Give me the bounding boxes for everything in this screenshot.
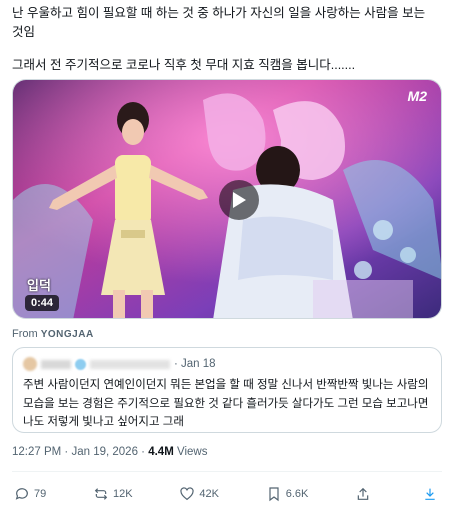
- attribution-account[interactable]: YONGJAA: [41, 329, 94, 340]
- media-attribution: From YONGJAA: [12, 328, 94, 340]
- play-button[interactable]: [219, 180, 259, 220]
- tweet-text-line-3: 그래서 전 주기적으로 코로나 직후 첫 무대 지효 직캠을 봅니다......…: [12, 58, 356, 72]
- views-label: Views: [173, 446, 208, 458]
- bookmark-icon: [269, 487, 279, 502]
- meta-separator: ·: [61, 446, 72, 458]
- quoted-handle-redacted: [90, 359, 170, 369]
- repost-icon: [94, 488, 108, 500]
- views-count: 4.4M: [148, 446, 174, 458]
- quoted-display-name-redacted: [41, 359, 71, 369]
- like-button[interactable]: 42K: [179, 486, 219, 502]
- download-button[interactable]: [422, 486, 442, 502]
- quoted-tweet-text: 주변 사람이던지 연예인이던지 뭐든 본업을 할 때 정말 신나서 반짝반짝 빛…: [23, 379, 429, 428]
- video-player[interactable]: M2 입덕 0:44: [12, 79, 442, 319]
- tweet-text: 난 우울하고 힘이 필요할 때 하는 것 중 하나가 자신의 일을 사랑하는 사…: [12, 4, 442, 75]
- quoted-tweet-header: · Jan 18: [23, 356, 216, 372]
- attribution-label: From: [12, 328, 38, 340]
- reply-icon: [15, 488, 28, 500]
- broadcast-logo: M2: [407, 88, 427, 104]
- video-caption-tag: 입덕: [27, 278, 51, 293]
- repost-count: 12K: [113, 488, 133, 500]
- like-count: 42K: [199, 488, 219, 500]
- tweet-date[interactable]: Jan 19, 2026: [71, 446, 138, 458]
- heart-icon: [180, 487, 194, 501]
- tweet-time[interactable]: 12:27 PM: [12, 446, 61, 458]
- bookmark-button[interactable]: 6.6K: [266, 486, 309, 502]
- divider: [12, 471, 442, 472]
- download-icon: [425, 488, 435, 500]
- repost-button[interactable]: 12K: [93, 486, 133, 502]
- video-duration: 0:44: [25, 295, 60, 311]
- verified-badge-icon: [75, 358, 86, 370]
- reply-count: 79: [34, 488, 47, 500]
- share-button[interactable]: [355, 486, 375, 502]
- quoted-tweet[interactable]: · Jan 18 주변 사람이던지 연예인이던지 뭐든 본업을 할 때 정말 신…: [12, 347, 442, 433]
- quoted-date: · Jan 18: [174, 358, 216, 370]
- play-icon: [233, 192, 246, 208]
- action-bar: 79 12K 42K 6.6K: [14, 484, 442, 504]
- tweet-text-line-1: 난 우울하고 힘이 필요할 때 하는 것 중 하나가 자신의 일을 사랑하는 사…: [12, 6, 426, 20]
- share-icon: [357, 487, 369, 500]
- quoted-avatar[interactable]: [23, 357, 37, 371]
- tweet-text-line-2: 것임: [12, 25, 36, 39]
- tweet-metadata: 12:27 PM · Jan 19, 2026 · 4.4M Views: [12, 446, 207, 458]
- reply-button[interactable]: 79: [14, 486, 46, 502]
- meta-separator: ·: [137, 446, 149, 458]
- bookmark-count: 6.6K: [285, 488, 309, 500]
